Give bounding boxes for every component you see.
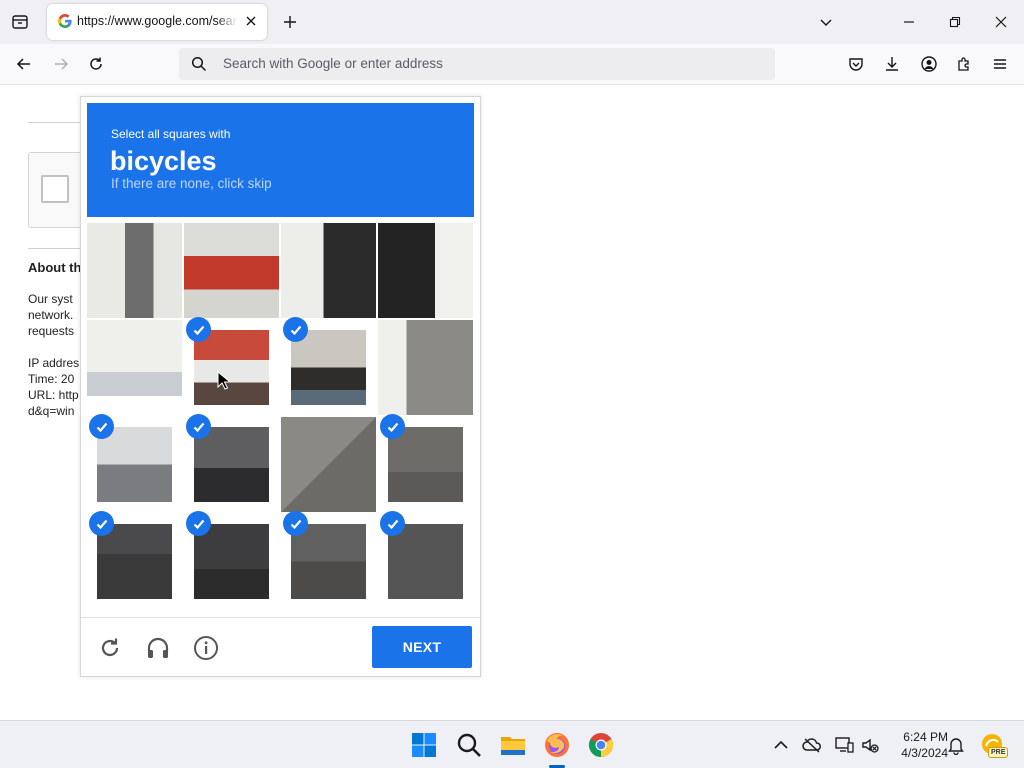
captcha-hint: If there are none, click skip [111, 176, 272, 191]
downloads-icon[interactable] [882, 54, 902, 74]
forward-icon[interactable] [51, 54, 71, 74]
checkmark-icon [186, 511, 211, 536]
captcha-tile-r1-c4[interactable] [378, 223, 473, 318]
file-explorer-icon[interactable] [499, 731, 527, 759]
captcha-tile-image [194, 330, 269, 405]
pre-badge: PRE [988, 747, 1009, 758]
notification-bell-icon[interactable] [946, 735, 966, 756]
captcha-tile-image [97, 427, 172, 502]
body-line: Our syst [28, 292, 73, 306]
captcha-tile-image [388, 524, 463, 599]
windows-start-icon[interactable] [410, 731, 438, 759]
info-line: IP addres [28, 356, 80, 370]
captcha-image-grid [87, 223, 475, 611]
captcha-tile-r1-c2[interactable] [184, 223, 279, 318]
checkmark-icon [89, 511, 114, 536]
about-heading: About th [28, 260, 82, 275]
captcha-tile-image [194, 427, 269, 502]
headphones-icon[interactable] [145, 635, 171, 661]
back-icon[interactable] [14, 54, 34, 74]
extensions-icon[interactable] [954, 54, 974, 74]
captcha-tile-r1-c3[interactable] [281, 223, 376, 318]
captcha-tile-image [97, 524, 172, 599]
volume-muted-icon[interactable] [860, 735, 880, 755]
reload-icon[interactable] [86, 54, 106, 74]
captcha-tile-r1-c1[interactable] [87, 223, 182, 318]
chevron-down-icon[interactable] [816, 12, 836, 32]
info-icon[interactable] [193, 635, 219, 661]
pocket-icon[interactable] [846, 54, 866, 74]
captcha-tile-image [184, 223, 279, 318]
clock-date: 4/3/2024 [901, 746, 948, 760]
captcha-tile-r2-c4[interactable] [378, 320, 473, 415]
body-line: requests [28, 324, 75, 338]
checkmark-icon [186, 317, 211, 342]
captcha-tile-image [388, 427, 463, 502]
captcha-tile-image [87, 320, 182, 415]
captcha-header: Select all squares with bicycles If ther… [87, 103, 474, 217]
copilot-pre-icon[interactable]: PRE [980, 732, 1009, 758]
checkmark-icon [186, 414, 211, 439]
active-tab[interactable]: https://www.google.com/search?q=windows [47, 4, 267, 40]
search-icon[interactable] [455, 731, 483, 759]
chrome-icon[interactable] [587, 731, 615, 759]
captcha-tile-image [281, 223, 376, 318]
captcha-instruction: Select all squares with [111, 127, 231, 141]
clock-time: 6:24 PM [903, 730, 948, 744]
plus-icon[interactable] [280, 12, 300, 32]
reload-icon[interactable] [97, 635, 123, 661]
taskbar: 6:24 PM 4/3/2024 PRE [0, 720, 1024, 768]
checkmark-icon [283, 317, 308, 342]
clock[interactable]: 6:24 PM 4/3/2024 [888, 729, 948, 761]
menu-icon[interactable] [990, 54, 1010, 74]
google-g-icon [57, 13, 73, 29]
captcha-tile-image [281, 417, 376, 512]
info-line: d&q=win [28, 404, 75, 418]
next-button[interactable]: NEXT [372, 626, 472, 668]
captcha-tile-r2-c1[interactable] [87, 320, 182, 415]
captcha-footer-divider [81, 617, 480, 618]
captcha-tile-image [291, 330, 366, 405]
mouse-cursor [217, 370, 232, 396]
restore-icon[interactable] [945, 12, 965, 32]
divider [28, 248, 88, 249]
divider [28, 122, 88, 123]
url-input[interactable]: Search with Google or enter address [223, 56, 443, 71]
search-icon [191, 56, 207, 77]
recaptcha-checkbox[interactable] [41, 175, 69, 203]
firefox-icon[interactable] [543, 731, 571, 759]
tab-title: https://www.google.com/search?q=windows [77, 14, 237, 28]
recaptcha-anchor [28, 152, 88, 228]
checkmark-icon [283, 511, 308, 536]
body-line: network. [28, 308, 74, 322]
close-icon[interactable] [243, 13, 259, 29]
close-icon[interactable] [991, 12, 1011, 32]
captcha-tile-image [378, 320, 473, 415]
onedrive-icon[interactable] [802, 735, 822, 755]
captcha-tile-image [378, 223, 473, 318]
url-bar[interactable]: Search with Google or enter address [179, 48, 775, 80]
captcha-tile-r3-c3[interactable] [281, 417, 376, 512]
captcha-challenge-dialog: Select all squares with bicycles If ther… [80, 96, 481, 677]
tab-strip: https://www.google.com/search?q=windows [0, 0, 1024, 44]
captcha-target-word: bicycles [110, 146, 217, 176]
minimize-icon[interactable] [899, 12, 919, 32]
info-line: URL: http [28, 388, 79, 402]
captcha-tile-image [291, 524, 366, 599]
captcha-tile-image [194, 524, 269, 599]
account-icon[interactable] [919, 54, 939, 74]
checkmark-icon [380, 511, 405, 536]
nav-toolbar: Search with Google or enter address [0, 44, 1024, 85]
firefox-view-icon[interactable] [10, 12, 30, 32]
chevron-up-icon[interactable] [771, 735, 791, 755]
network-icon[interactable] [834, 735, 854, 755]
checkmark-icon [89, 414, 114, 439]
captcha-tile-image [87, 223, 182, 318]
info-line: Time: 20 [28, 372, 75, 386]
checkmark-icon [380, 414, 405, 439]
